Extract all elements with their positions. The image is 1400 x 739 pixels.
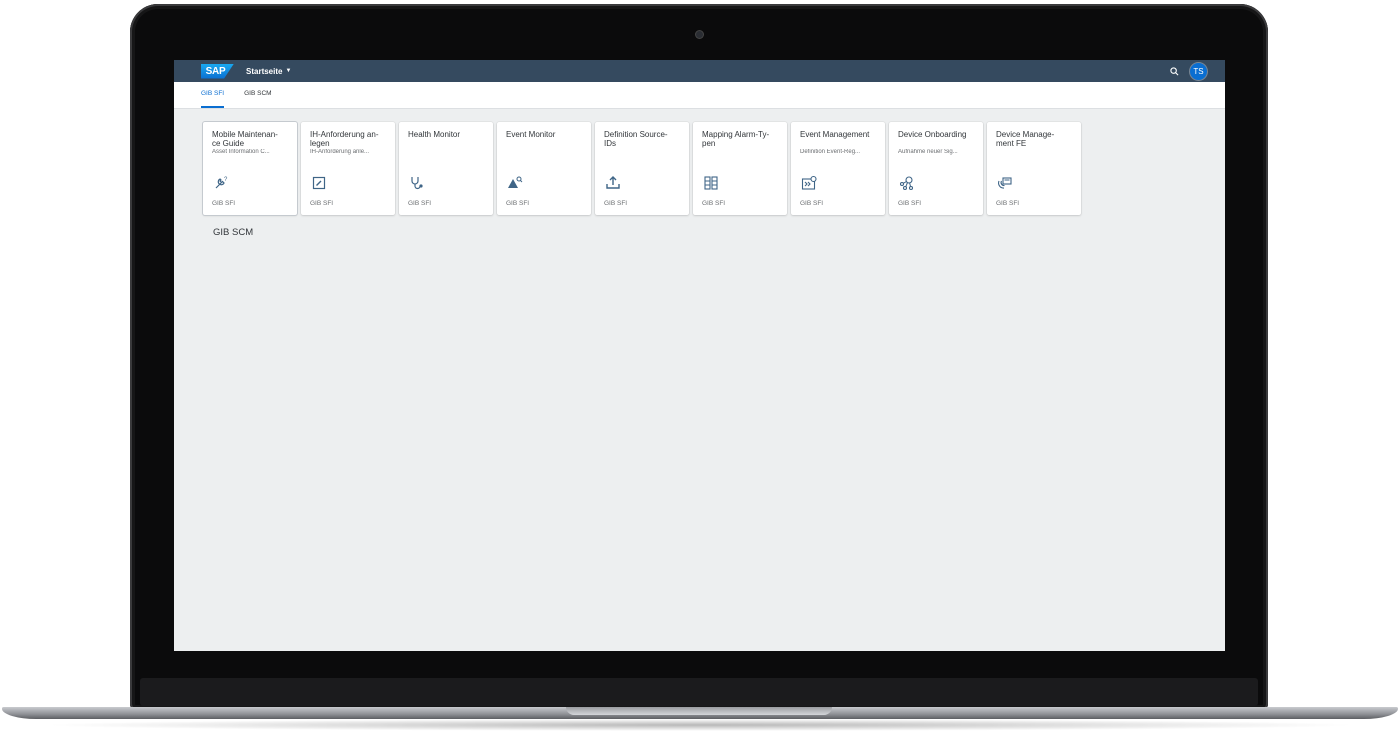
- tile-title: Mapping Alarm-Ty- pen: [702, 130, 770, 148]
- upload-icon: [605, 175, 621, 191]
- tile-footer: GIB SFI: [212, 200, 236, 207]
- app-tile[interactable]: Health Monitor GIB SFI: [399, 122, 493, 215]
- screen: SAP Startseite ▼ TS GIB SFI GIB SCM Mobil…: [174, 60, 1225, 651]
- tile-title: IH-Anforderung an- legen: [310, 130, 379, 148]
- tile-title: Device Manage- ment FE: [996, 130, 1055, 148]
- tile-title: Health Monitor: [408, 130, 461, 139]
- shell-bar: SAP Startseite ▼ TS: [174, 60, 1225, 82]
- tile-footer: GIB SFI: [604, 200, 628, 207]
- tab-bar: GIB SFI GIB SCM: [174, 82, 1225, 109]
- home-menu-button[interactable]: Startseite ▼: [246, 67, 291, 76]
- svg-text:?: ?: [224, 177, 228, 183]
- group-title: GIB SCM: [213, 227, 254, 238]
- wrench-question-icon: ?: [213, 175, 229, 191]
- process-settings-icon: [801, 175, 817, 191]
- stethoscope-icon: [409, 175, 425, 191]
- sap-logo[interactable]: SAP: [201, 63, 234, 79]
- mapping-table-icon: [703, 175, 719, 191]
- tile-subtitle: Definition Event-Reg...: [800, 149, 861, 155]
- tab-gib-sfi[interactable]: GIB SFI: [201, 90, 225, 108]
- tile-footer: GIB SFI: [898, 200, 922, 207]
- network-globe-icon: [899, 175, 915, 191]
- app-tile[interactable]: Device Manage- ment FE GIB SFI: [987, 122, 1081, 215]
- tile-subtitle: Aufnahme neuer Sig...: [898, 149, 958, 155]
- device-management-icon: [997, 175, 1013, 191]
- tile-subtitle: IH-Anforderung anle...: [310, 149, 370, 155]
- main-content: Mobile Maintenan- ce Guide Asset Informat…: [174, 109, 1225, 238]
- tile-title: Event Monitor: [506, 130, 556, 139]
- laptop-shadow: [40, 719, 1360, 731]
- search-icon[interactable]: [1170, 66, 1179, 76]
- tile-title: Device Onboarding: [898, 130, 967, 139]
- tile-subtitle: Asset Information C...: [212, 149, 270, 155]
- app-tile[interactable]: Definition Source- IDs GIB SFI: [595, 122, 689, 215]
- app-tile[interactable]: Event Monitor GIB SFI: [497, 122, 591, 215]
- app-tile[interactable]: Mapping Alarm-Ty- pen GIB SFI: [693, 122, 787, 215]
- caret-down-icon: ▼: [285, 68, 292, 74]
- tile-footer: GIB SFI: [800, 200, 824, 207]
- app-tile[interactable]: IH-Anforderung an- legen IH-Anforderung a…: [301, 122, 395, 215]
- tile-footer: GIB SFI: [408, 200, 432, 207]
- user-avatar[interactable]: TS: [1190, 62, 1207, 80]
- tile-footer: GIB SFI: [310, 200, 334, 207]
- shell-actions: TS: [1170, 62, 1207, 80]
- tile-footer: GIB SFI: [506, 200, 530, 207]
- tile-title: Definition Source- IDs: [604, 130, 668, 148]
- tile-title: Mobile Maintenan- ce Guide: [212, 130, 278, 148]
- tile-title: Event Management: [800, 130, 870, 139]
- laptop-notch: [566, 707, 832, 715]
- tile-footer: GIB SFI: [702, 200, 726, 207]
- warning-search-icon: [507, 175, 523, 191]
- edit-square-icon: [311, 175, 327, 191]
- bottom-bezel: [140, 678, 1258, 706]
- camera: [696, 31, 703, 38]
- app-tile[interactable]: Device Onboarding Aufnahme neuer Sig... GI…: [889, 122, 983, 215]
- tab-gib-scm[interactable]: GIB SCM: [244, 90, 271, 108]
- tile-container: Mobile Maintenan- ce Guide Asset Informat…: [203, 122, 1225, 215]
- home-menu-label: Startseite: [246, 66, 283, 76]
- app-tile[interactable]: Mobile Maintenan- ce Guide Asset Informat…: [203, 122, 297, 215]
- app-tile[interactable]: Event Management Definition Event-Reg... G…: [791, 122, 885, 215]
- tile-footer: GIB SFI: [996, 200, 1020, 207]
